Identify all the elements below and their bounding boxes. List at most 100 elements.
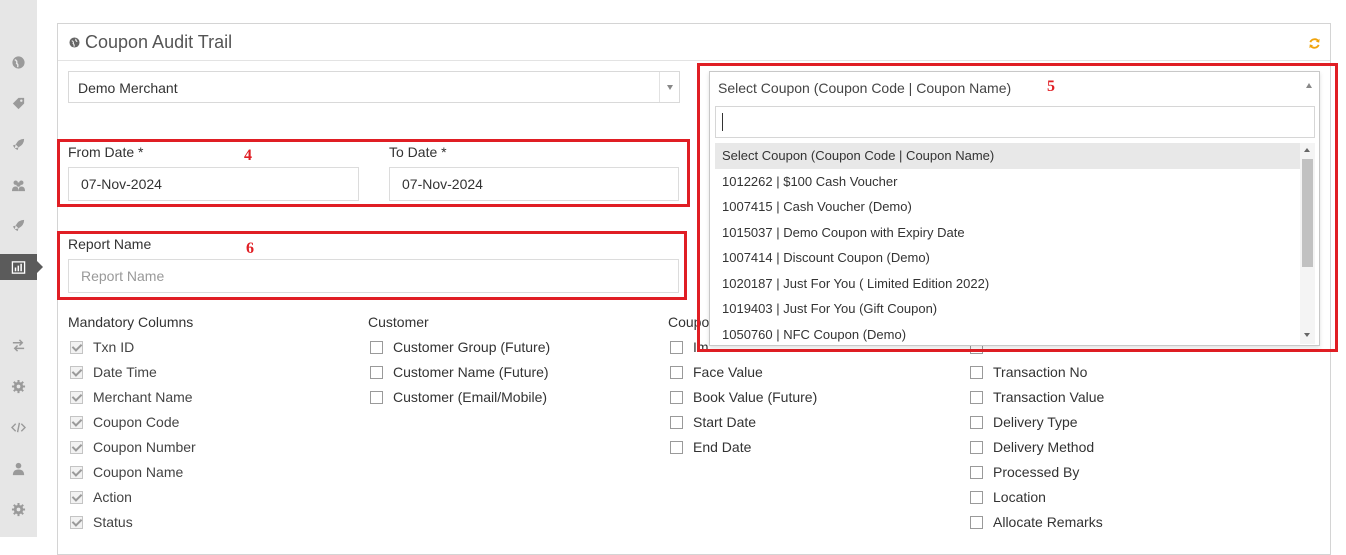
- checkbox-label: Delivery Method: [993, 439, 1095, 455]
- checkbox-label: Merchant Name: [93, 389, 193, 405]
- coupon-option[interactable]: 1015037 | Demo Coupon with Expiry Date: [715, 220, 1300, 246]
- checkbox-row[interactable]: Allocate Remarks: [970, 512, 1103, 532]
- checkbox: [70, 515, 83, 529]
- from-date-input[interactable]: [68, 167, 359, 201]
- checkbox[interactable]: [970, 390, 983, 404]
- chevron-down-icon[interactable]: [667, 85, 673, 90]
- checkbox[interactable]: [370, 365, 383, 379]
- checkbox-row[interactable]: Processed By: [970, 462, 1079, 482]
- customer-columns-heading: Customer: [368, 314, 429, 330]
- code-icon[interactable]: [0, 414, 37, 440]
- checkbox: [70, 340, 83, 354]
- checkbox[interactable]: [670, 415, 683, 429]
- checkbox-row[interactable]: Customer Group (Future): [370, 337, 550, 357]
- checkbox[interactable]: [670, 440, 683, 454]
- exchange-icon[interactable]: [0, 332, 37, 358]
- checkbox-label: Customer Name (Future): [393, 364, 549, 380]
- coupon-select-value: Select Coupon (Coupon Code | Coupon Name…: [718, 80, 1012, 96]
- checkbox: [70, 440, 83, 454]
- checkbox: [70, 415, 83, 429]
- checkbox[interactable]: [370, 390, 383, 404]
- checkbox-row[interactable]: Location: [970, 487, 1046, 507]
- coupon-option[interactable]: Select Coupon (Coupon Code | Coupon Name…: [715, 143, 1300, 169]
- checkbox-label: Transaction Value: [993, 389, 1105, 405]
- checkbox[interactable]: [970, 415, 983, 429]
- checkbox-row[interactable]: Coupon Code: [70, 412, 179, 432]
- checkbox-row[interactable]: Merchant Name: [70, 387, 193, 407]
- checkbox-row[interactable]: End Date: [670, 437, 751, 457]
- globe-icon[interactable]: [0, 49, 37, 75]
- checkbox-row[interactable]: Action: [70, 487, 132, 507]
- checkbox-label: Txn ID: [93, 339, 135, 355]
- checkbox[interactable]: [970, 490, 983, 504]
- scroll-down-arrow-icon[interactable]: [1304, 333, 1310, 337]
- select-divider: [659, 72, 660, 102]
- page-title: Coupon Audit Trail: [85, 32, 233, 52]
- checkbox-row[interactable]: Customer (Email/Mobile): [370, 387, 547, 407]
- checkbox-row[interactable]: Delivery Type: [970, 412, 1078, 432]
- settings-icon[interactable]: [0, 496, 37, 522]
- checkbox: [70, 390, 83, 404]
- coupon-select[interactable]: Select Coupon (Coupon Code | Coupon Name…: [709, 71, 1320, 346]
- checkbox-label: Date Time: [93, 364, 157, 380]
- from-date-label: From Date *: [68, 144, 144, 160]
- checkbox-row[interactable]: Start Date: [670, 412, 756, 432]
- checkbox-row[interactable]: Face Value: [670, 362, 763, 382]
- coupon-option[interactable]: 1019403 | Just For You (Gift Coupon): [715, 296, 1300, 322]
- checkbox-row[interactable]: Customer Name (Future): [370, 362, 549, 382]
- checkbox-row[interactable]: Coupon Number: [70, 437, 196, 457]
- checkbox-row[interactable]: Transaction Value: [970, 387, 1104, 407]
- user-icon[interactable]: [0, 455, 37, 481]
- checkbox-row[interactable]: Txn ID: [70, 337, 134, 357]
- checkbox-row[interactable]: Date Time: [70, 362, 157, 382]
- checkbox[interactable]: [370, 340, 383, 354]
- coupon-options-list: Select Coupon (Coupon Code | Coupon Name…: [715, 143, 1300, 344]
- checkbox-label: Allocate Remarks: [993, 514, 1103, 530]
- checkbox[interactable]: [970, 465, 983, 479]
- checkbox[interactable]: [970, 440, 983, 454]
- checkbox[interactable]: [970, 515, 983, 529]
- scroll-up-arrow-icon[interactable]: [1304, 148, 1310, 152]
- checkbox[interactable]: [670, 365, 683, 379]
- checkbox[interactable]: [670, 390, 683, 404]
- checkbox-label: Customer (Email/Mobile): [393, 389, 548, 405]
- sidebar: [0, 0, 43, 537]
- checkbox-label: Location: [993, 489, 1046, 505]
- mandatory-columns-heading: Mandatory Columns: [68, 314, 194, 330]
- gear-icon[interactable]: [0, 373, 37, 399]
- checkbox-label: Status: [93, 514, 133, 530]
- rocket-icon[interactable]: [0, 131, 37, 157]
- tag-icon[interactable]: [0, 90, 37, 116]
- coupon-option[interactable]: 1007415 | Cash Voucher (Demo): [715, 194, 1300, 220]
- checkbox-label: Coupon Code: [93, 414, 180, 430]
- coupon-option[interactable]: 1020187 | Just For You ( Limited Edition…: [715, 271, 1300, 297]
- coupon-option[interactable]: 1007414 | Discount Coupon (Demo): [715, 245, 1300, 271]
- bar-chart-icon[interactable]: [0, 254, 43, 280]
- checkbox[interactable]: [970, 365, 983, 379]
- annotation-number-5: 5: [1047, 78, 1055, 95]
- rocket-alt-icon[interactable]: [0, 212, 37, 238]
- coupon-option[interactable]: 1050760 | NFC Coupon (Demo): [715, 322, 1300, 345]
- checkbox-label: End Date: [693, 439, 752, 455]
- coupon-option[interactable]: 1012262 | $100 Cash Voucher: [715, 169, 1300, 195]
- checkbox[interactable]: [670, 340, 683, 354]
- to-date-label: To Date *: [389, 144, 447, 160]
- checkbox-row[interactable]: Delivery Method: [970, 437, 1094, 457]
- checkbox-row[interactable]: Coupon Name: [70, 462, 183, 482]
- coupon-search-input[interactable]: [715, 106, 1315, 138]
- scrollbar-thumb[interactable]: [1302, 159, 1313, 267]
- to-date-input[interactable]: [389, 167, 679, 201]
- merchant-select[interactable]: Demo Merchant: [68, 71, 680, 103]
- report-name-label: Report Name: [68, 236, 152, 252]
- chevron-up-icon[interactable]: [1306, 83, 1312, 88]
- checkbox-label: Coupon Name: [93, 464, 184, 480]
- merchant-select-value: Demo Merchant: [78, 80, 178, 96]
- checkbox-row[interactable]: Book Value (Future): [670, 387, 817, 407]
- refresh-icon[interactable]: [1308, 37, 1321, 50]
- users-icon[interactable]: [0, 172, 37, 198]
- report-name-input[interactable]: [68, 259, 679, 293]
- scrollbar[interactable]: [1300, 143, 1315, 344]
- checkbox-row[interactable]: Status: [70, 512, 133, 532]
- checkbox-row[interactable]: Transaction No: [970, 362, 1087, 382]
- checkbox: [70, 490, 83, 504]
